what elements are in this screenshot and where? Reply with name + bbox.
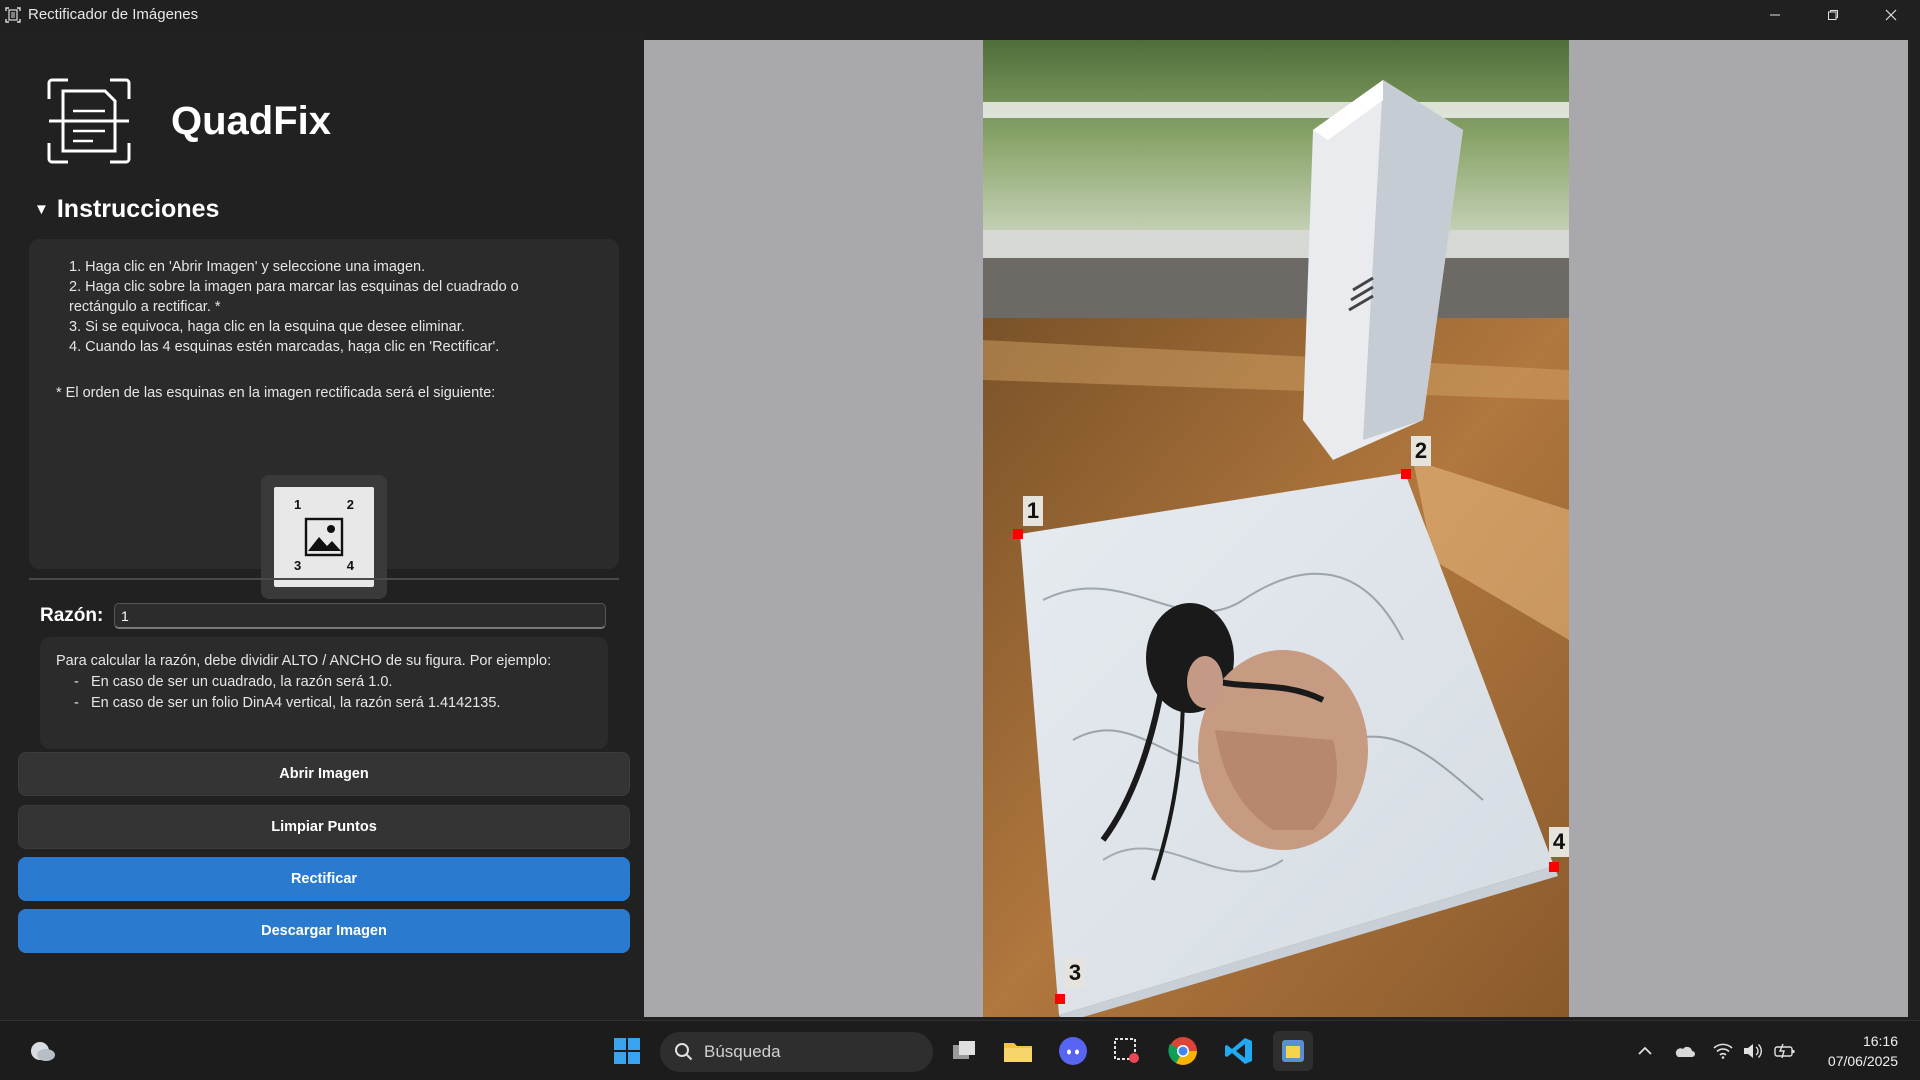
open-image-button[interactable]: Abrir Imagen	[18, 752, 630, 796]
ratio-label: Razón:	[40, 605, 104, 626]
corner-order-note: * El orden de las esquinas en la imagen …	[56, 385, 496, 401]
file-explorer-icon[interactable]	[998, 1031, 1038, 1071]
instructions-box: 1. Haga clic en 'Abrir Imagen' y selecci…	[29, 239, 619, 599]
system-clock[interactable]: 16:16 07/06/2025	[1828, 1031, 1898, 1071]
corner-point-2[interactable]	[1401, 469, 1411, 479]
image-viewer[interactable]: 1 2 3 4	[644, 40, 1908, 1017]
restore-button[interactable]	[1804, 0, 1862, 29]
corner-label-1: 1	[294, 497, 302, 512]
ratio-row: Razón:	[40, 603, 606, 629]
instruction-step: 3. Si se equivoca, haga clic en la esqui…	[69, 319, 465, 335]
corner-point-4[interactable]	[1549, 862, 1559, 872]
search-icon	[675, 1043, 693, 1061]
instructions-steps[interactable]: 1. Haga clic en 'Abrir Imagen' y selecci…	[69, 257, 589, 353]
clock-date: 07/06/2025	[1827, 1053, 1898, 1069]
clock-time: 16:16	[1862, 1033, 1898, 1049]
corner-point-label-3: 3	[1065, 958, 1085, 988]
caret-down-icon: ▼	[34, 201, 49, 218]
control-panel: QuadFix ▼ Instrucciones 1. Haga clic en …	[0, 29, 644, 1020]
corner-point-3[interactable]	[1055, 994, 1065, 1004]
windows-start-icon[interactable]	[607, 1031, 647, 1071]
instruction-step: 1. Haga clic en 'Abrir Imagen' y selecci…	[69, 259, 426, 275]
discord-icon[interactable]	[1053, 1031, 1093, 1071]
task-view-icon[interactable]	[944, 1031, 984, 1071]
chrome-icon[interactable]	[1163, 1031, 1203, 1071]
corner-label-4: 4	[346, 558, 354, 573]
rectify-button[interactable]: Rectificar	[18, 857, 630, 901]
taskbar-search[interactable]: Búsqueda	[660, 1032, 933, 1072]
search-placeholder: Búsqueda	[704, 1042, 781, 1061]
instructions-toggle[interactable]: ▼ Instrucciones	[34, 195, 219, 224]
corner-order-diagram: 1 2 3 4	[261, 475, 387, 599]
app-icon	[5, 6, 21, 23]
instruction-step: 4. Cuando las 4 esquinas estén marcadas,…	[69, 339, 500, 353]
minimize-button[interactable]	[1746, 0, 1804, 29]
loaded-photo[interactable]: 1 2 3 4	[983, 40, 1569, 1017]
weather-icon[interactable]	[22, 1031, 62, 1071]
title-bar: Rectificador de Imágenes	[0, 0, 1920, 29]
corner-point-label-4: 4	[1549, 827, 1569, 857]
divider	[29, 578, 619, 580]
vscode-icon[interactable]	[1219, 1031, 1259, 1071]
close-button[interactable]	[1862, 0, 1920, 29]
instructions-header: Instrucciones	[56, 195, 220, 223]
document-scan-icon	[47, 78, 131, 164]
chevron-up-icon[interactable]	[1630, 1031, 1660, 1071]
ratio-help-intro: Para calcular la razón, debe dividir ALT…	[56, 653, 552, 669]
download-image-button[interactable]: Descargar Imagen	[18, 909, 630, 953]
corner-label-2: 2	[346, 497, 354, 512]
brand: QuadFix	[45, 77, 331, 165]
window-title: Rectificador de Imágenes	[28, 6, 199, 23]
instruction-step: 2. Haga clic sobre la imagen para marcar…	[69, 279, 519, 315]
corner-point-label-2: 2	[1411, 436, 1431, 466]
list-item: - En caso de ser un folio DinA4 vertical,…	[74, 695, 501, 711]
list-item: - En caso de ser un cuadrado, la razón se…	[74, 674, 393, 690]
python-app-icon[interactable]	[1273, 1031, 1313, 1071]
brand-name: QuadFix	[171, 98, 332, 143]
clear-points-button[interactable]: Limpiar Puntos	[18, 805, 630, 849]
onedrive-icon[interactable]	[1668, 1031, 1700, 1071]
taskbar: Búsqueda 16:16 07/06/2025	[0, 1020, 1920, 1080]
snipping-tool-icon[interactable]	[1107, 1031, 1147, 1071]
battery-icon[interactable]	[1770, 1031, 1800, 1071]
corner-point-label-1: 1	[1023, 496, 1043, 526]
corner-point-1[interactable]	[1013, 529, 1023, 539]
corner-label-3: 3	[294, 558, 302, 573]
photo-canvas	[983, 40, 1569, 1017]
ratio-help-box: Para calcular la razón, debe dividir ALT…	[40, 637, 608, 749]
volume-icon[interactable]	[1738, 1031, 1768, 1071]
wifi-icon[interactable]	[1708, 1031, 1738, 1071]
ratio-input[interactable]	[114, 603, 606, 629]
image-icon	[304, 517, 344, 557]
